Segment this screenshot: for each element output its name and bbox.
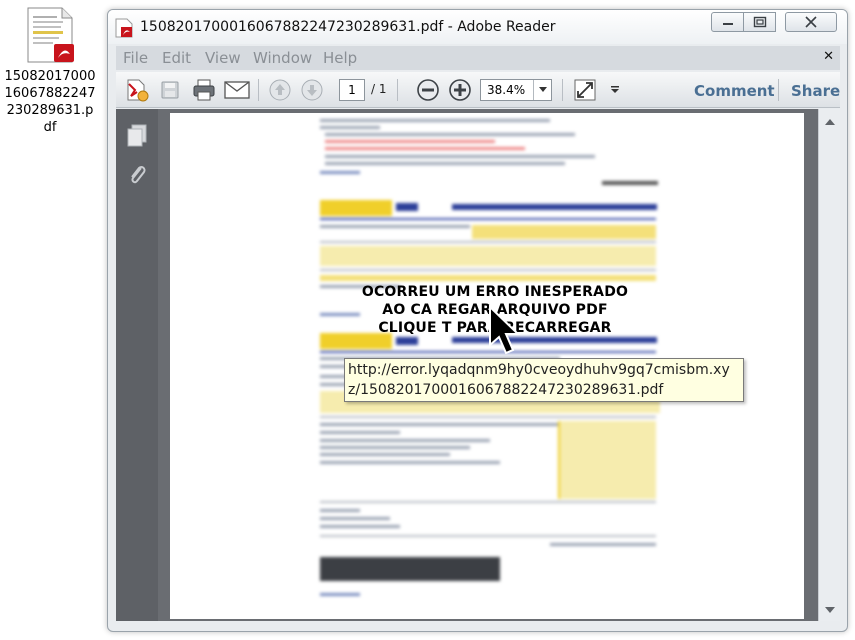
print-icon bbox=[193, 79, 215, 101]
pages-panel-button[interactable] bbox=[124, 123, 150, 149]
pdf-app-icon bbox=[115, 18, 133, 42]
menu-file[interactable]: File bbox=[123, 49, 148, 67]
navigation-panel bbox=[116, 109, 158, 621]
pages-icon bbox=[127, 124, 147, 147]
menu-view[interactable]: View bbox=[205, 49, 241, 67]
close-document-icon[interactable]: ✕ bbox=[823, 49, 834, 64]
label-line: 230289631.p bbox=[6, 103, 94, 118]
envelope-icon bbox=[224, 81, 250, 99]
next-page-button[interactable] bbox=[299, 78, 325, 102]
adobe-reader-window: 150820170001606788224723028963­1.pdf - A… bbox=[107, 9, 848, 632]
zoom-select[interactable]: 38.4% bbox=[480, 79, 552, 101]
label-line: df bbox=[43, 120, 57, 135]
comment-button[interactable]: Comment bbox=[694, 82, 775, 100]
expand-icon bbox=[574, 79, 596, 101]
arrow-down-icon bbox=[301, 79, 323, 101]
share-button[interactable]: Share bbox=[791, 82, 840, 100]
window-title: 150820170001606788224723028963­1.pdf - A… bbox=[140, 19, 556, 35]
scroll-down-icon[interactable] bbox=[819, 601, 840, 619]
page-number-input[interactable]: 1 bbox=[339, 79, 365, 101]
minus-icon bbox=[417, 79, 439, 101]
toolbar-options-button[interactable] bbox=[602, 78, 628, 102]
menu-window[interactable]: Window bbox=[253, 49, 312, 67]
label-line: 16067882247 bbox=[4, 86, 96, 101]
paperclip-icon bbox=[131, 165, 146, 184]
menu-edit[interactable]: Edit bbox=[162, 49, 191, 67]
save-button[interactable] bbox=[157, 78, 183, 102]
arrow-up-icon bbox=[269, 79, 291, 101]
print-button[interactable] bbox=[191, 78, 217, 102]
label-line: 15082017000 bbox=[4, 69, 96, 84]
zoom-out-button[interactable] bbox=[415, 78, 441, 102]
error-message-line-1[interactable]: OCORREU UM ERRO INESPERADO bbox=[360, 283, 630, 301]
attachments-panel-button[interactable] bbox=[124, 161, 150, 187]
desktop-icon-label: 15082017000 16067882247 230289631.p df bbox=[0, 68, 100, 136]
save-icon bbox=[161, 81, 179, 99]
menu-bar: File Edit View Window Help ✕ bbox=[116, 46, 840, 70]
zoom-in-button[interactable] bbox=[447, 78, 473, 102]
maximize-button[interactable] bbox=[744, 12, 776, 32]
fit-page-button[interactable] bbox=[572, 78, 598, 102]
desktop-pdf-file[interactable]: 15082017000 16067882247 230289631.p df bbox=[0, 6, 100, 136]
vertical-scrollbar[interactable] bbox=[818, 109, 840, 621]
menu-help[interactable]: Help bbox=[323, 49, 357, 67]
close-button[interactable] bbox=[785, 12, 837, 32]
create-pdf-button[interactable] bbox=[124, 78, 150, 102]
mouse-pointer-icon bbox=[489, 305, 521, 355]
toolbar-separator bbox=[258, 79, 259, 101]
pdf-file-icon bbox=[24, 6, 76, 64]
scroll-up-icon[interactable] bbox=[819, 113, 840, 131]
chevron-down-icon bbox=[611, 86, 619, 93]
toolbar-separator bbox=[778, 79, 779, 101]
zoom-value: 38.4% bbox=[487, 83, 526, 97]
previous-page-button[interactable] bbox=[267, 78, 293, 102]
toolbar: 1 / 1 38.4% Comment Share bbox=[116, 72, 840, 108]
chevron-down-icon[interactable] bbox=[533, 80, 551, 100]
toolbar-separator bbox=[397, 79, 398, 101]
page-total: / 1 bbox=[371, 82, 387, 96]
toolbar-separator bbox=[562, 79, 563, 101]
create-pdf-icon bbox=[127, 79, 149, 102]
link-tooltip: http://error.lyqadqnm9hy0cveoydhuhv9gq7c… bbox=[344, 358, 744, 402]
title-bar[interactable]: 150820170001606788224723028963­1.pdf - A… bbox=[108, 10, 847, 44]
plus-icon bbox=[449, 79, 471, 101]
email-button[interactable] bbox=[224, 78, 250, 102]
minimize-button[interactable] bbox=[711, 12, 744, 32]
